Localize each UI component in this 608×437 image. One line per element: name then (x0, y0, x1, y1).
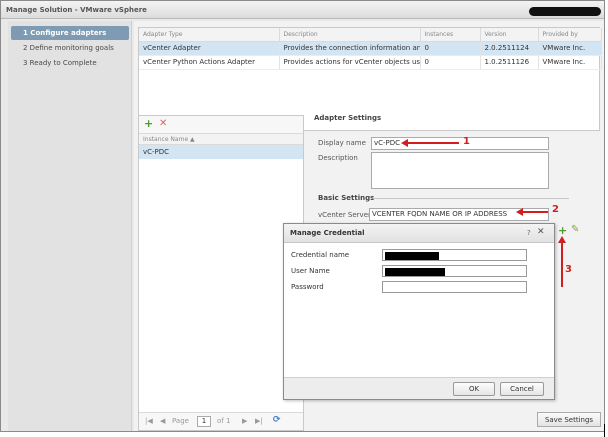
vcenter-server-label: vCenter Server (318, 211, 371, 219)
cancel-button[interactable]: Cancel (500, 382, 544, 396)
table-row[interactable]: vCenter Adapter Provides the connection … (139, 41, 602, 56)
save-settings-button[interactable]: Save Settings (537, 412, 601, 427)
pencil-icon[interactable]: ✎ (571, 224, 579, 235)
table-row[interactable]: vCenter Python Actions Adapter Provides … (139, 55, 602, 70)
pager: |◀ ◀ Page 1 of 1 ▶ ▶| ⟳ (139, 412, 303, 430)
cell: Provides actions for vCenter objects usi… (279, 55, 421, 70)
refresh-icon[interactable]: ⟳ (273, 415, 281, 425)
step-define-monitoring-goals[interactable]: 2 Define monitoring goals (11, 41, 129, 55)
instances-toolbar: + ✕ (139, 116, 303, 134)
instances-panel: + ✕ Instance Name ▲ vC-PDC |◀ ◀ Page 1 o… (138, 115, 304, 431)
delete-icon[interactable]: ✕ (159, 118, 167, 129)
column-header[interactable]: Provided by (538, 28, 602, 42)
credential-name-label: Credential name (291, 251, 350, 259)
adapter-settings-title: Adapter Settings (314, 114, 382, 122)
redacted-user-name (529, 7, 601, 16)
display-name-field[interactable]: vC-PDC (371, 137, 549, 150)
instance-name-header[interactable]: Instance Name ▲ (139, 134, 303, 145)
section-divider (373, 198, 569, 199)
page-input[interactable]: 1 (197, 416, 211, 427)
annotation-arrow-3 (561, 242, 563, 287)
window-title: Manage Solution - VMware vSphere (6, 6, 147, 14)
display-name-label: Display name (318, 139, 366, 147)
first-page-icon[interactable]: |◀ (145, 417, 153, 425)
cell: VMware Inc. (538, 41, 602, 56)
manage-credential-dialog: Manage Credential ? ✕ Credential name Us… (283, 223, 555, 400)
credential-name-field[interactable] (382, 249, 527, 261)
dialog-footer: OK Cancel (284, 377, 554, 399)
password-field[interactable] (382, 281, 527, 293)
column-header[interactable]: Instances (420, 28, 481, 42)
annotation-arrow-1 (406, 142, 459, 144)
title-bar: Manage Solution - VMware vSphere N (1, 1, 604, 19)
wizard-steps: 1 Configure adapters 2 Define monitoring… (8, 21, 132, 431)
annotation-number-2: 2 (552, 204, 559, 215)
redacted-user-name-value (385, 268, 445, 276)
annotation-arrow-2 (521, 211, 548, 213)
cell: VMware Inc. (538, 55, 602, 70)
close-icon[interactable]: ✕ (537, 227, 545, 237)
password-label: Password (291, 283, 324, 291)
cell: 0 (420, 55, 481, 70)
cell: 2.0.2511124 (480, 41, 539, 56)
column-header[interactable]: Adapter Type (139, 28, 280, 42)
cell: 1.0.2511126 (480, 55, 539, 70)
dialog-title: Manage Credential (290, 229, 365, 237)
list-item[interactable]: vC-PDC (139, 145, 303, 159)
plus-icon[interactable]: + (144, 117, 153, 130)
table-header-row: Adapter Type Description Instances Versi… (139, 28, 602, 42)
column-header[interactable]: Version (480, 28, 539, 42)
basic-settings-title: Basic Settings (318, 194, 375, 202)
annotation-number-3: 3 (565, 264, 572, 275)
edge-mark (604, 424, 605, 437)
user-name-field[interactable] (382, 265, 527, 277)
help-icon[interactable]: ? (527, 229, 531, 237)
last-page-icon[interactable]: ▶| (255, 417, 263, 425)
step-configure-adapters[interactable]: 1 Configure adapters (11, 26, 129, 40)
cell: Provides the connection information an..… (279, 41, 421, 56)
cell: 0 (420, 41, 481, 56)
of-pages-label: of 1 (217, 417, 231, 425)
redacted-credential-name (385, 252, 439, 260)
cell: vCenter Python Actions Adapter (139, 55, 280, 70)
column-header[interactable]: Description (279, 28, 421, 42)
dialog-title-bar: Manage Credential ? ✕ (284, 224, 554, 243)
description-field[interactable] (371, 152, 549, 189)
ok-button[interactable]: OK (453, 382, 495, 396)
step-ready-to-complete[interactable]: 3 Ready to Complete (11, 56, 129, 70)
page-label: Page (172, 417, 189, 425)
description-label: Description (318, 154, 358, 162)
prev-page-icon[interactable]: ◀ (160, 417, 165, 425)
annotation-number-1: 1 (463, 136, 470, 147)
cell: vCenter Adapter (139, 41, 280, 56)
next-page-icon[interactable]: ▶ (242, 417, 247, 425)
user-name-label: User Name (291, 267, 330, 275)
